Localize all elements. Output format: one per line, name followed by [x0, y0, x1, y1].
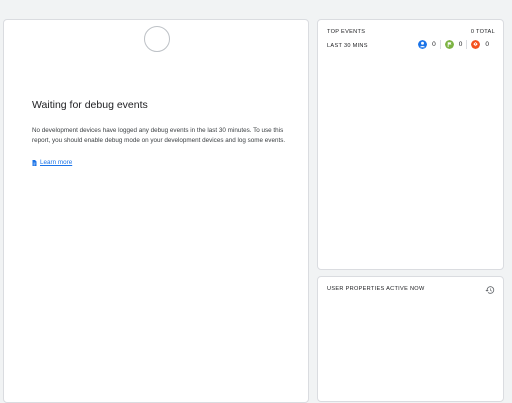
- debug-heading: Waiting for debug events: [32, 99, 148, 111]
- doc-icon: [32, 159, 37, 166]
- time-range-label: LAST 30 MINS: [327, 43, 368, 49]
- learn-more-link[interactable]: Learn more: [32, 159, 72, 166]
- top-events-total: 0 TOTAL: [470, 29, 495, 35]
- count-item-alert[interactable]: 0: [466, 40, 489, 49]
- user-properties-card: USER PROPERTIES ACTIVE NOW: [317, 276, 504, 402]
- history-icon[interactable]: [485, 285, 495, 295]
- flag-icon: [444, 40, 454, 49]
- learn-more-label: Learn more: [40, 159, 73, 166]
- user-properties-title: USER PROPERTIES ACTIVE NOW: [327, 286, 425, 292]
- count-value: 0: [432, 41, 436, 48]
- debug-events-card: Waiting for debug events No development …: [3, 19, 309, 403]
- top-events-title: TOP EVENTS: [327, 29, 366, 35]
- count-value: 0: [458, 41, 463, 48]
- count-item-flag[interactable]: 0: [439, 40, 467, 49]
- count-value: 0: [485, 41, 489, 48]
- debug-description: No development devices have logged any d…: [32, 127, 286, 144]
- event-counts: 0 0 0: [414, 40, 489, 49]
- count-item-person[interactable]: 0: [414, 40, 440, 49]
- loading-spinner: [144, 26, 170, 52]
- person-icon: [418, 40, 428, 49]
- alert-icon: [471, 40, 481, 49]
- top-events-card: TOP EVENTS 0 TOTAL LAST 30 MINS 0 0 0: [317, 19, 504, 270]
